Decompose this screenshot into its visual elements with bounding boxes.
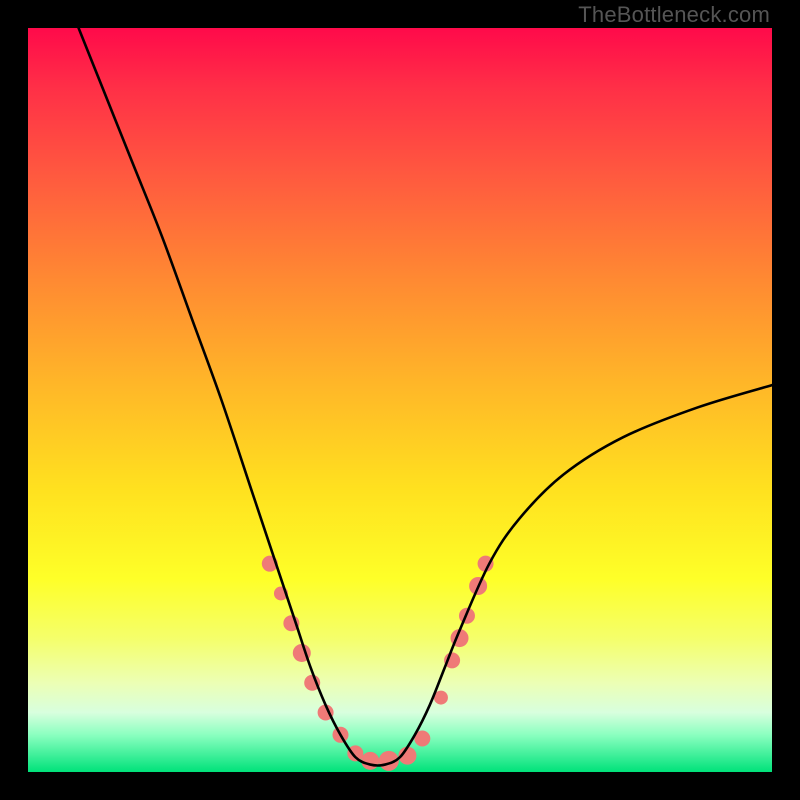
- plot-area: [28, 28, 772, 772]
- marker-dot: [361, 752, 379, 770]
- marker-group: [262, 556, 494, 771]
- outer-frame: TheBottleneck.com: [0, 0, 800, 800]
- watermark-text: TheBottleneck.com: [578, 2, 770, 28]
- bottleneck-curve: [73, 28, 772, 765]
- curve-layer: [28, 28, 772, 772]
